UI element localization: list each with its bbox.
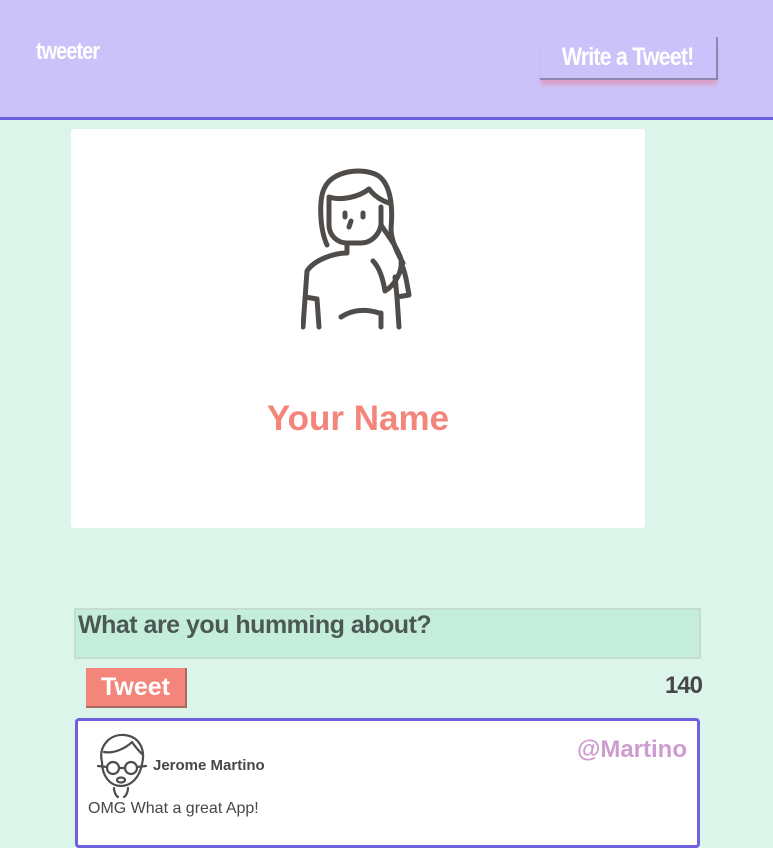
profile-card: Your Name [71, 129, 645, 528]
tweet-author-name: Jerome Martino [153, 757, 265, 774]
tweet-card: Jerome Martino @Martino OMG What a great… [75, 718, 700, 848]
man-with-glasses-avatar-icon [96, 733, 148, 798]
tweet-button[interactable]: Tweet [86, 668, 187, 708]
write-tweet-button-label: Write a Tweet! [562, 43, 695, 71]
app-header: tweeter Write a Tweet! [0, 0, 773, 120]
tweet-author-handle[interactable]: @Martino [577, 736, 687, 764]
write-tweet-button[interactable]: Write a Tweet! [540, 37, 718, 80]
profile-name: Your Name [266, 399, 450, 438]
tweet-text: OMG What a great App! [88, 800, 259, 817]
tweet-input[interactable] [76, 610, 699, 657]
brand-logo[interactable]: tweeter [36, 38, 100, 66]
woman-avatar-icon [301, 168, 412, 330]
char-counter: 140 [664, 672, 703, 699]
tweet-composer [74, 608, 701, 659]
